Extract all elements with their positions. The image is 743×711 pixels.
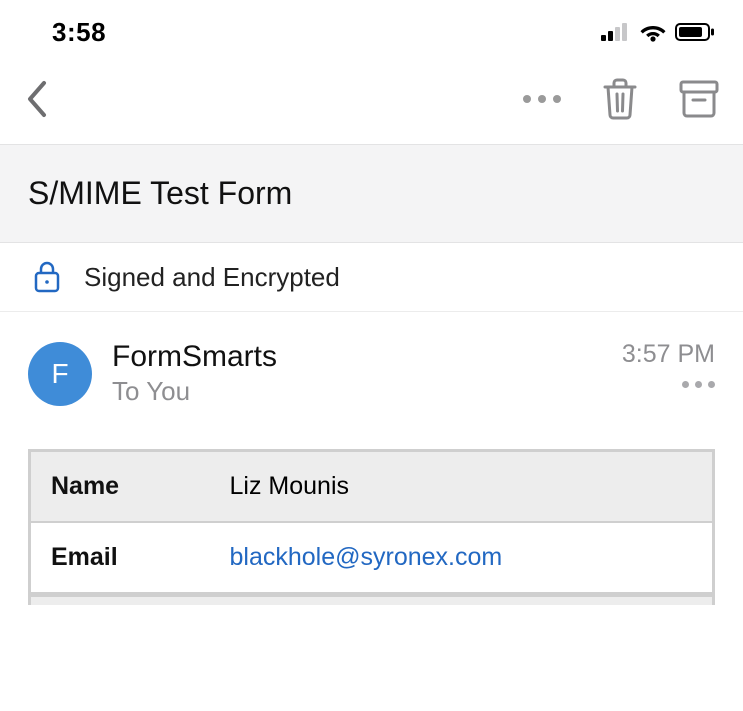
status-time: 3:58 — [52, 17, 106, 48]
back-button[interactable] — [24, 79, 48, 119]
lock-icon — [34, 261, 60, 293]
table-row: Email blackhole@syronex.com — [30, 522, 714, 594]
sender-name[interactable]: FormSmarts — [112, 340, 602, 374]
recipient-line[interactable]: To You — [112, 376, 602, 407]
chevron-left-icon — [24, 79, 48, 119]
name-label-cell: Name — [30, 451, 210, 523]
more-options-button[interactable] — [523, 95, 561, 103]
archive-button[interactable] — [679, 80, 719, 118]
name-value-cell: Liz Mounis — [210, 451, 714, 523]
form-data-table: Name Liz Mounis Email blackhole@syronex.… — [28, 449, 715, 595]
security-status-label: Signed and Encrypted — [84, 262, 340, 293]
sender-row: F FormSmarts To You 3:57 PM — [0, 312, 743, 407]
wifi-icon — [639, 22, 667, 42]
battery-icon — [675, 23, 715, 41]
cellular-signal-icon — [601, 23, 631, 41]
table-bottom-edge — [28, 595, 715, 605]
subject-text: S/MIME Test Form — [28, 175, 715, 212]
message-time: 3:57 PM — [622, 340, 715, 369]
trash-icon — [601, 78, 639, 120]
delete-button[interactable] — [601, 78, 639, 120]
security-status-row[interactable]: Signed and Encrypted — [0, 243, 743, 312]
table-row: Name Liz Mounis — [30, 451, 714, 523]
subject-header: S/MIME Test Form — [0, 144, 743, 243]
status-icons — [601, 22, 715, 42]
message-more-button[interactable] — [682, 381, 715, 388]
avatar[interactable]: F — [28, 342, 92, 406]
archive-icon — [679, 80, 719, 118]
message-body: Name Liz Mounis Email blackhole@syronex.… — [0, 407, 743, 605]
email-label-cell: Email — [30, 522, 210, 594]
email-link[interactable]: blackhole@syronex.com — [230, 543, 503, 571]
status-bar: 3:58 — [0, 0, 743, 60]
toolbar — [0, 60, 743, 144]
